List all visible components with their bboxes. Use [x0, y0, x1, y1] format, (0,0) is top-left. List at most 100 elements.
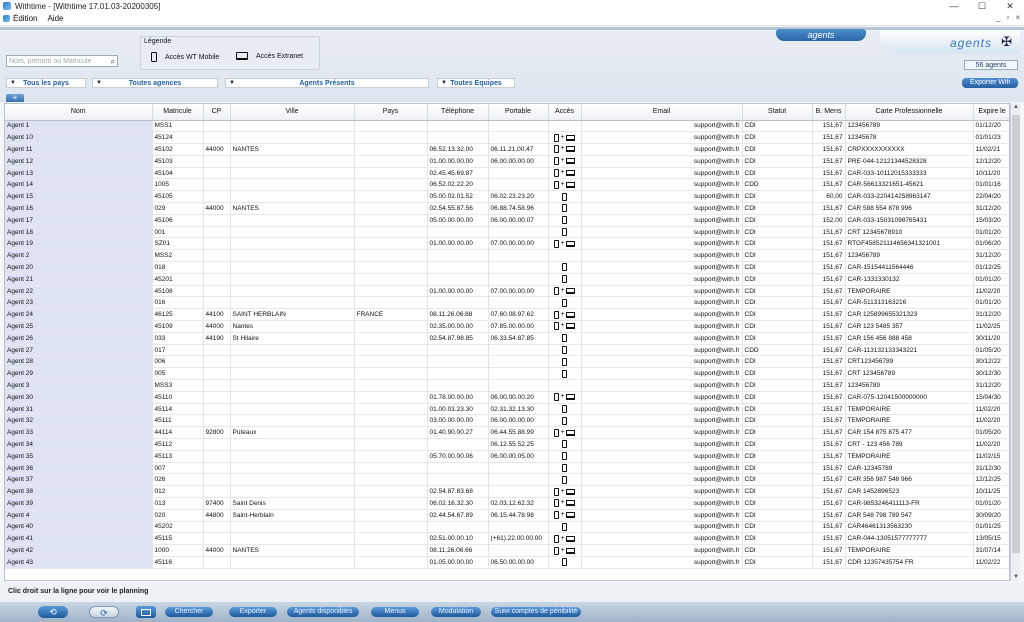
agents-disponibles-button[interactable]: Agents disponibles	[287, 607, 359, 617]
column-header-statut[interactable]: Statut	[742, 104, 813, 121]
table-row[interactable]: Agent 27 017 support@with.fr CDD 151,67 CAR-1…	[5, 344, 1009, 357]
suivi-penibilite-button[interactable]: Suivi comptes de pénibilité	[491, 607, 581, 617]
table-row[interactable]: Agent 34 45112 06.12.55.52.25 support@with.…	[5, 438, 1009, 451]
table-row[interactable]: Agent 42 1000 44000 NANTES 08.11.26.06.66 + su…	[5, 544, 1009, 557]
cell-telephone	[427, 344, 489, 357]
filter-agences[interactable]: ▼ Toutes agences	[92, 78, 218, 88]
scroll-up-icon[interactable]: ▲	[1013, 104, 1019, 110]
column-header-expire[interactable]: Expire le	[973, 104, 1009, 121]
column-header-telephone[interactable]: Téléphone	[427, 104, 489, 121]
filter-presents[interactable]: ▼ Agents Présents	[225, 78, 429, 88]
table-row[interactable]: Agent 12 45103 01.00.00.00.00 06.00.00.00.0…	[5, 155, 1009, 168]
table-row[interactable]: Agent 4 020 44800 Saint-Herblain 02.44.54.67…	[5, 509, 1009, 522]
cell-statut: CDI	[742, 202, 813, 215]
vertical-scrollbar[interactable]: ▲ ▼	[1010, 103, 1020, 581]
table-row[interactable]: Agent 28 006 support@with.fr CDI 151,67 CRT12…	[5, 355, 1009, 369]
column-header-b-mens[interactable]: B. Mens	[812, 104, 846, 121]
mdi-restore-button[interactable]: ▫	[1006, 13, 1009, 22]
cell-expire: 11/02/20	[973, 403, 1009, 416]
table-row[interactable]: Agent 25 45109 44000 Nantes 02.35.00.00.00 07…	[5, 320, 1009, 333]
back-button[interactable]: ⟲	[38, 606, 68, 618]
export-wifi-button[interactable]: Exporter Wifi	[962, 78, 1018, 88]
search-input[interactable]	[7, 56, 107, 66]
table-row[interactable]: Agent 29 005 support@with.fr CDI 151,67 CRT 1…	[5, 367, 1009, 381]
table-row[interactable]: Agent 10 45124 + support@with.fr CDI 151,67 12…	[5, 131, 1009, 145]
table-row[interactable]: Agent 13 45104 02.45.45.69.87 + support@with…	[5, 167, 1009, 180]
table-row[interactable]: Agent 21 45201 support@with.fr CDI 151,67 CAR…	[5, 273, 1009, 286]
cell-matricule: 012	[152, 485, 204, 498]
cell-telephone: 06.52.02.22.20	[427, 178, 489, 192]
forward-button[interactable]: ⟳	[89, 606, 119, 618]
cell-nom: Agent 21	[5, 273, 153, 286]
table-row[interactable]: Agent 18 001 support@with.fr CDI 151,67 CRT 1…	[5, 226, 1009, 239]
cell-carte-pro: 123456789	[845, 120, 974, 133]
table-row[interactable]: Agent 24 46125 44100 SAINT HERBLAIN FRANCE 08…	[5, 308, 1009, 322]
table-row[interactable]: Agent 41 45115 02.51.00.00.10 (+61).22.00.0…	[5, 532, 1009, 546]
table-row[interactable]: Agent 22 45108 01.00.00.00.00 07.00.00.00.0…	[5, 285, 1009, 298]
column-header-matricule[interactable]: Matricule	[152, 104, 204, 121]
column-header-cp[interactable]: CP	[203, 104, 231, 121]
table-row[interactable]: Agent 26 033 44190 St Hilaire 02.54.87.98.85…	[5, 332, 1009, 345]
column-header-acces[interactable]: Accès	[548, 104, 582, 121]
exporter-button[interactable]: Exporter	[229, 607, 277, 617]
filter-pays[interactable]: ▼ Tous les pays	[6, 78, 86, 88]
column-header-ville[interactable]: Ville	[230, 104, 355, 121]
table-row[interactable]: Agent 15 45105 05.00.02.01.52 06.02.23.23.2…	[5, 190, 1009, 204]
table-row[interactable]: Agent 33 44114 92800 Puteaux 01.40.90.00.27 0…	[5, 426, 1009, 440]
table-row[interactable]: Agent 14 1005 06.52.02.22.20 + support@with.…	[5, 178, 1009, 192]
table-row[interactable]: Agent 35 45113 05.70.00.00.06 06.00.00.05.0…	[5, 450, 1009, 463]
menus-button[interactable]: Menus	[371, 607, 419, 617]
table-row[interactable]: Agent 19 SZ01 01.00.00.00.00 07.00.00.00.00…	[5, 237, 1009, 251]
maximize-button[interactable]: ☐	[968, 0, 996, 12]
column-header-email[interactable]: Email	[581, 104, 743, 121]
table-row[interactable]: Agent 17 45106 05.00.00.00.00 06.00.00.00.0…	[5, 214, 1009, 227]
status-text: Clic droit sur la ligne pour voir le pla…	[8, 588, 149, 595]
column-header-pays[interactable]: Pays	[354, 104, 428, 121]
table-row[interactable]: Agent 31 45114 01.00.03.23.30 02.31.32.13.3…	[5, 403, 1009, 416]
close-button[interactable]: ✕	[996, 0, 1024, 12]
table-row[interactable]: Agent 37 026 support@with.fr CDI 151,67 CAR 3…	[5, 473, 1009, 487]
cell-ville	[230, 391, 355, 404]
cell-acces	[548, 214, 582, 227]
laptop-icon	[565, 547, 575, 554]
window-icon[interactable]	[136, 606, 156, 618]
table-row[interactable]: Agent 40 45202 support@with.fr CDI 151,67 CAR…	[5, 521, 1009, 534]
column-header-carte-pro[interactable]: Carte Professionnelle	[845, 104, 974, 121]
modulation-button[interactable]: Modulation	[431, 607, 481, 617]
minimize-button[interactable]: —	[940, 0, 968, 12]
table-row[interactable]: Agent 16 029 44000 NANTES 02.54.55.87.56 06.8…	[5, 202, 1009, 215]
mdi-close-button[interactable]: ×	[1015, 13, 1020, 22]
table-row[interactable]: Agent 36 007 support@with.fr CDI 151,67 CAR-1…	[5, 462, 1009, 475]
mdi-minimize-button[interactable]: _	[996, 13, 1000, 22]
table-row[interactable]: Agent 20 018 support@with.fr CDI 151,67 CAR-1…	[5, 261, 1009, 274]
table-row[interactable]: Agent 23 016 support@with.fr CDI 151,67 CAR-5…	[5, 296, 1009, 310]
cell-cp	[203, 367, 231, 381]
cell-email: support@with.fr	[581, 344, 743, 357]
table-row[interactable]: Agent 2 MSS2 support@with.fr CDI 151,67 12345…	[5, 249, 1009, 263]
table-row[interactable]: Agent 1 MSS1 support@with.fr CDI 151,67 12345…	[5, 120, 1009, 133]
column-header-portable[interactable]: Portable	[488, 104, 549, 121]
table-row[interactable]: Agent 32 45111 03.00.00.00.00 06.00.00.00.0…	[5, 414, 1009, 428]
table-row[interactable]: Agent 30 45110 01.78.00.00.00 06.00.00.00.2…	[5, 391, 1009, 404]
scrollbar-thumb[interactable]	[1012, 115, 1020, 553]
column-header-nom[interactable]: Nom	[5, 104, 153, 121]
table-row[interactable]: Agent 3 MSS3 support@with.fr CDI 151,67 12345…	[5, 379, 1009, 392]
cell-email: support@with.fr	[581, 131, 743, 145]
cell-carte-pro: CAR46461313563230	[845, 521, 974, 534]
table-row[interactable]: Agent 11 45102 44000 NANTES 06.52.13.32.00 06…	[5, 143, 1009, 156]
table-row[interactable]: Agent 39 013 97400 Saint Denis 06.02.16.32.3…	[5, 497, 1009, 510]
access-indicator: +	[551, 510, 579, 520]
chercher-button[interactable]: Chercher	[165, 607, 213, 617]
mobile-icon	[554, 310, 560, 319]
table-row[interactable]: Agent 38 012 02.54.87.83.68 + support@with.f…	[5, 485, 1009, 498]
add-tab-button[interactable]: +	[6, 94, 24, 102]
filter-equipes[interactable]: ▼ Toutes Equipes	[437, 78, 515, 88]
cell-nom: Agent 12	[5, 155, 153, 168]
cell-pays	[354, 273, 428, 286]
cell-email: support@with.fr	[581, 462, 743, 475]
menu-aide[interactable]: Aide	[47, 14, 63, 23]
search-icon[interactable]: ⌕	[111, 57, 115, 67]
scroll-down-icon[interactable]: ▼	[1013, 574, 1019, 580]
table-row[interactable]: Agent 43 45116 01.05.00.00.00 06.50.00.00.0…	[5, 556, 1009, 569]
menu-edition[interactable]: Édition	[13, 14, 37, 23]
